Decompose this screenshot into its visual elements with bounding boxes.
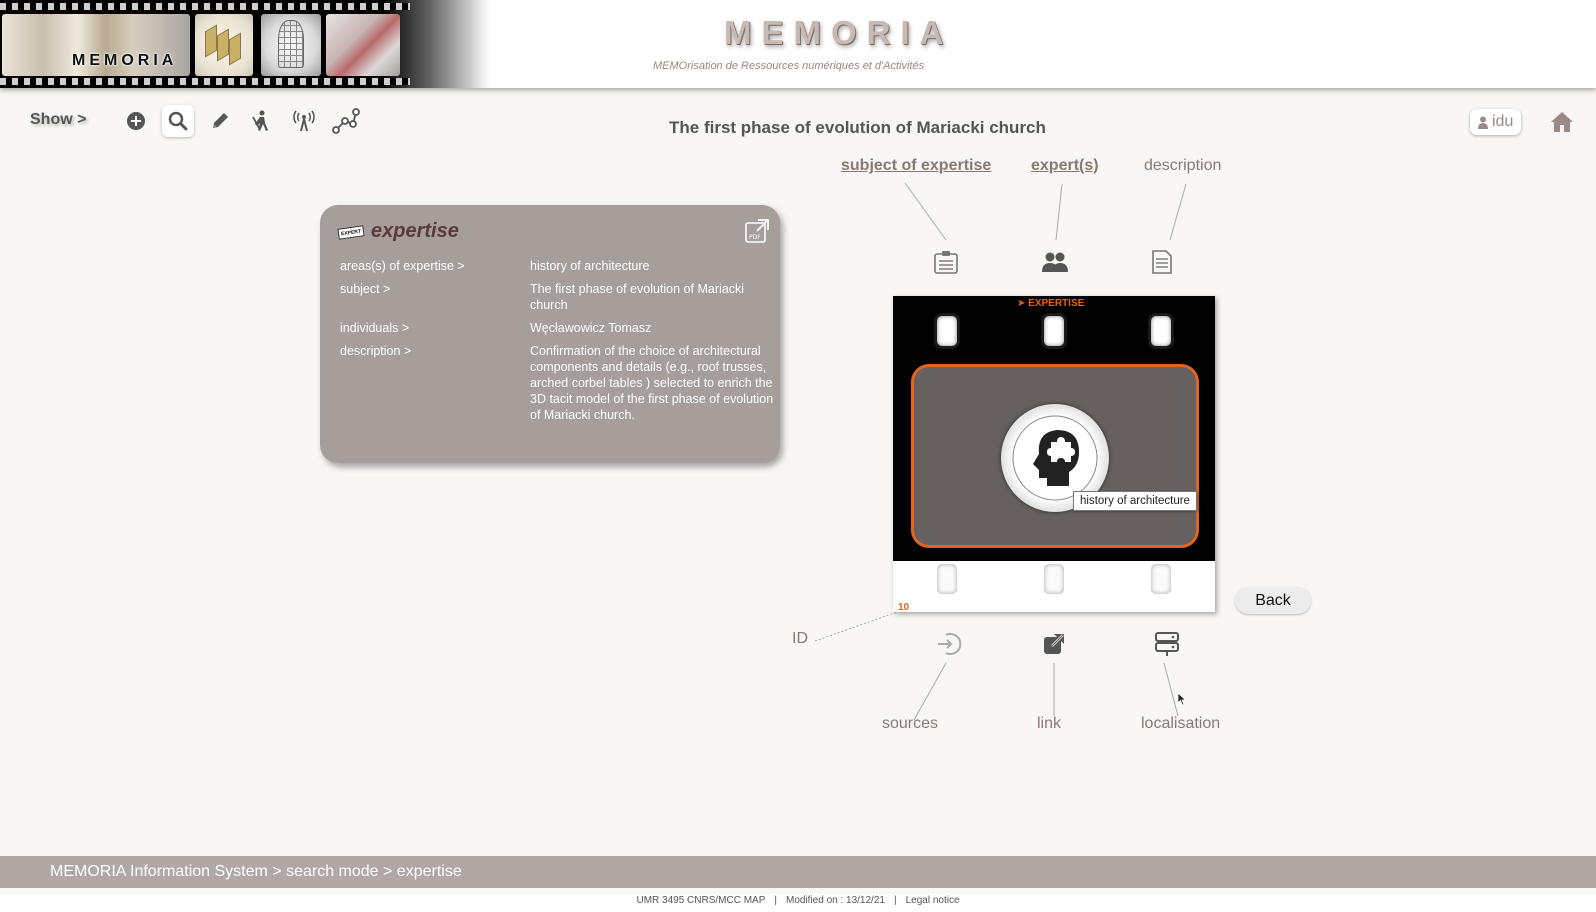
film-perforations xyxy=(0,78,410,85)
search-icon xyxy=(168,111,188,131)
area-tooltip: history of architecture xyxy=(1073,491,1197,511)
card-title: expertise xyxy=(371,220,459,242)
sources-label: sources xyxy=(882,715,939,732)
film-perforations xyxy=(0,3,410,10)
pencil-icon xyxy=(213,113,228,128)
link-label: link xyxy=(1037,715,1062,732)
site-header: MEMORIA MEMORIA MEMOrisation de Ressourc… xyxy=(0,0,1596,88)
film-type-tag: ➤ EXPERTISE xyxy=(1017,298,1085,309)
add-button[interactable] xyxy=(120,105,152,137)
localisation-label: localisation xyxy=(1141,715,1221,732)
add-icon xyxy=(127,112,145,130)
graph-button[interactable] xyxy=(330,105,362,137)
subject-of-expertise-link[interactable]: subject of expertise xyxy=(841,157,991,175)
sign-in-icon xyxy=(938,633,962,655)
page-title: The first phase of evolution of Mariacki… xyxy=(669,118,1046,137)
film-sprocket xyxy=(1044,316,1064,346)
film-sprocket xyxy=(937,316,957,346)
site-subtitle: MEMOrisation de Ressources numériques et… xyxy=(653,60,925,72)
subject-icon[interactable] xyxy=(932,248,960,276)
banner-photo-3d-model xyxy=(326,14,400,76)
experts-link[interactable]: expert(s) xyxy=(1031,157,1099,175)
clipboard-list-icon xyxy=(934,251,958,274)
description-icon[interactable] xyxy=(1148,248,1176,276)
field-value: Węcławowicz Tomasz xyxy=(530,321,652,335)
film-sprocket xyxy=(1151,564,1171,594)
id-label: ID xyxy=(792,630,808,647)
film-sprocket xyxy=(1044,564,1064,594)
home-icon[interactable] xyxy=(1550,111,1574,133)
footer-meta: UMR 3495 CNRS/MCC MAP | Modified on : 13/1… xyxy=(0,894,1596,912)
sources-icon-button[interactable] xyxy=(935,630,963,658)
show-menu[interactable]: Show > xyxy=(30,111,86,129)
field-value: The first phase of evolution of Mariacki… xyxy=(530,282,744,312)
breadcrumb-bar: MEMORIA Information System > search mode… xyxy=(0,856,1596,888)
worker-button[interactable] xyxy=(246,105,278,137)
users-icon xyxy=(1042,252,1068,272)
modified-date: Modified on : 13/12/21 xyxy=(786,895,885,906)
banner-photo-wireframe-tower xyxy=(261,14,321,76)
experts-icon[interactable] xyxy=(1041,248,1069,276)
field-label: description > xyxy=(340,344,412,358)
expertise-film-frame: ➤ EXPERTISE xyxy=(893,296,1215,612)
header-filmstrip-banner: MEMORIA xyxy=(0,0,490,88)
field-value: history of architecture xyxy=(530,259,650,273)
lab-name: UMR 3495 CNRS/MCC MAP xyxy=(636,895,766,906)
film-sprocket xyxy=(937,564,957,594)
user-name: idu xyxy=(1492,113,1514,130)
film-frame-body: ➤ EXPERTISE xyxy=(893,296,1215,561)
film-screen xyxy=(911,364,1199,548)
film-sprocket xyxy=(1151,316,1171,346)
link-icon-button[interactable] xyxy=(1040,630,1068,658)
mouse-cursor-icon xyxy=(1177,692,1187,706)
user-icon xyxy=(1478,116,1488,129)
edit-button[interactable] xyxy=(204,105,236,137)
header-logo-text: MEMORIA xyxy=(72,52,178,69)
expertise-card: EXPERT expertise PDF areas(s) of experti… xyxy=(320,205,780,463)
field-value: Confirmation of the choice of architectu… xyxy=(530,344,774,422)
pdf-export-icon[interactable]: PDF xyxy=(744,218,770,244)
user-button[interactable]: idu xyxy=(1470,109,1522,135)
back-button[interactable]: Back xyxy=(1235,587,1311,614)
breadcrumb: MEMORIA Information System > search mode… xyxy=(50,863,462,880)
document-icon xyxy=(1152,250,1172,274)
localisation-icon-button[interactable] xyxy=(1153,630,1181,658)
worker-icon xyxy=(252,110,268,131)
expert-badge-icon: EXPERT xyxy=(337,225,365,240)
server-icon xyxy=(1155,632,1179,656)
graph-icon xyxy=(332,108,360,134)
antenna-button[interactable] xyxy=(288,105,320,137)
svg-text:PDF: PDF xyxy=(749,234,761,241)
description-label: description xyxy=(1144,157,1222,174)
field-label: subject > xyxy=(340,282,391,296)
field-label: individuals > xyxy=(340,321,410,335)
legal-notice-link[interactable]: Legal notice xyxy=(906,895,960,906)
film-id-number: 10 xyxy=(898,602,910,613)
external-link-icon xyxy=(1044,634,1064,654)
site-title: MEMORIA xyxy=(724,14,954,51)
field-label: areas(s) of expertise > xyxy=(340,259,465,273)
search-button[interactable] xyxy=(162,105,194,137)
antenna-icon xyxy=(293,110,315,131)
banner-photo-blocks xyxy=(195,14,253,76)
